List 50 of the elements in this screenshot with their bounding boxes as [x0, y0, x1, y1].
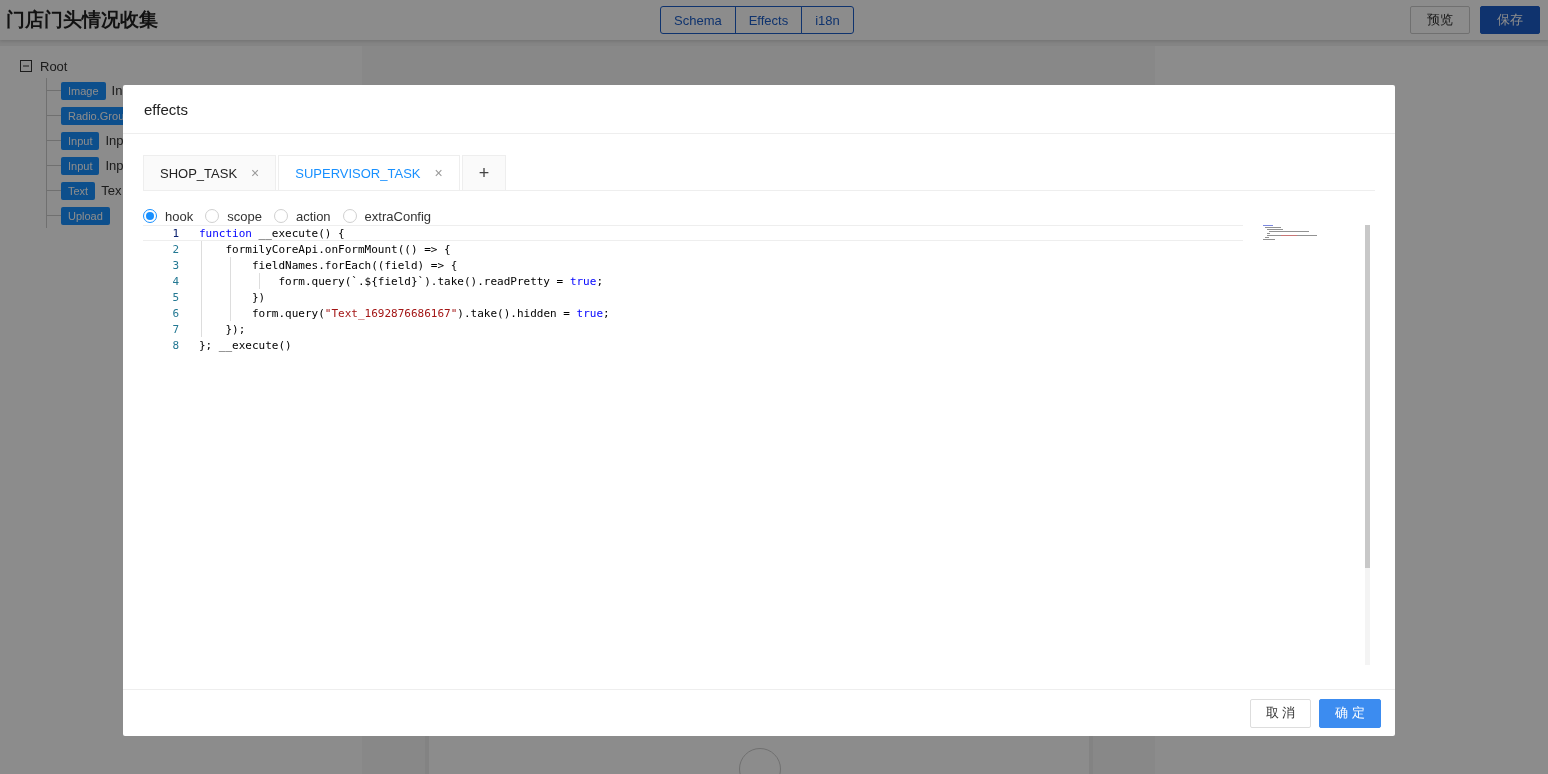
close-icon[interactable]: × — [434, 165, 443, 181]
scrollbar[interactable] — [1365, 225, 1370, 665]
code-line: form.query("Text_1692876686167").take().hidden = true; — [250, 306, 610, 320]
view-tab[interactable]: Schema — [660, 6, 736, 34]
tree-node-label[interactable]: Tex — [101, 183, 122, 198]
line-number: 2 — [171, 242, 179, 256]
tree-node-label[interactable]: In — [111, 83, 123, 98]
line-number: 1 — [171, 226, 179, 240]
collapse-icon[interactable] — [20, 60, 32, 72]
add-tab-button[interactable]: + — [461, 155, 507, 190]
cancel-button[interactable]: 取 消 — [1249, 698, 1312, 728]
line-number: 3 — [171, 258, 179, 272]
line-number: 8 — [171, 338, 179, 352]
component-tag: Text — [61, 181, 96, 200]
radio-circle[interactable] — [143, 209, 157, 223]
task-tab[interactable]: SHOP_TASK × — [143, 155, 277, 190]
component-tag: Input — [61, 131, 100, 150]
radio-circle[interactable] — [342, 209, 357, 223]
line-number: 5 — [171, 290, 179, 304]
line-number: 6 — [171, 306, 179, 320]
view-tab[interactable]: Effects — [734, 6, 803, 34]
radio-circle[interactable] — [273, 209, 288, 223]
line-number: 7 — [171, 322, 179, 336]
code-line: }; __execute() — [199, 338, 292, 352]
component-tag: Upload — [61, 206, 110, 225]
code-line: fieldNames.forEach((field) => { — [250, 258, 458, 272]
component-tag: Input — [61, 156, 100, 175]
dialog-title: effects — [144, 100, 188, 118]
radio-option[interactable]: action — [273, 208, 331, 224]
line-number: 4 — [171, 274, 179, 288]
tree-node-label[interactable]: Root — [40, 58, 68, 74]
preview-button[interactable]: 预览 — [1410, 6, 1470, 34]
code-line: }); — [224, 322, 246, 336]
code-line: }) — [250, 290, 266, 304]
tree-node-label[interactable]: Inp — [105, 133, 124, 148]
code-line: formilyCoreApi.onFormMount(() => { — [224, 242, 451, 256]
view-tab[interactable]: i18n — [801, 6, 854, 34]
radio-option[interactable]: extraConfig — [342, 208, 432, 224]
close-icon[interactable]: × — [251, 165, 260, 181]
task-tab[interactable]: SUPERVISOR_TASK × — [278, 155, 460, 190]
component-tag: Image — [61, 81, 106, 100]
page-title: 门店门头情况收集 — [6, 8, 159, 32]
tree-node-label[interactable]: Inp — [105, 158, 124, 173]
radio-option[interactable]: scope — [205, 208, 262, 224]
confirm-button[interactable]: 确 定 — [1319, 698, 1381, 728]
radio-option[interactable]: hook — [143, 208, 194, 224]
code-line: form.query(`.${field}`).take().readPretty = true; — [277, 274, 603, 288]
radio-circle[interactable] — [205, 209, 220, 223]
code-line: function __execute() { — [199, 226, 345, 240]
save-button[interactable]: 保存 — [1480, 6, 1540, 34]
